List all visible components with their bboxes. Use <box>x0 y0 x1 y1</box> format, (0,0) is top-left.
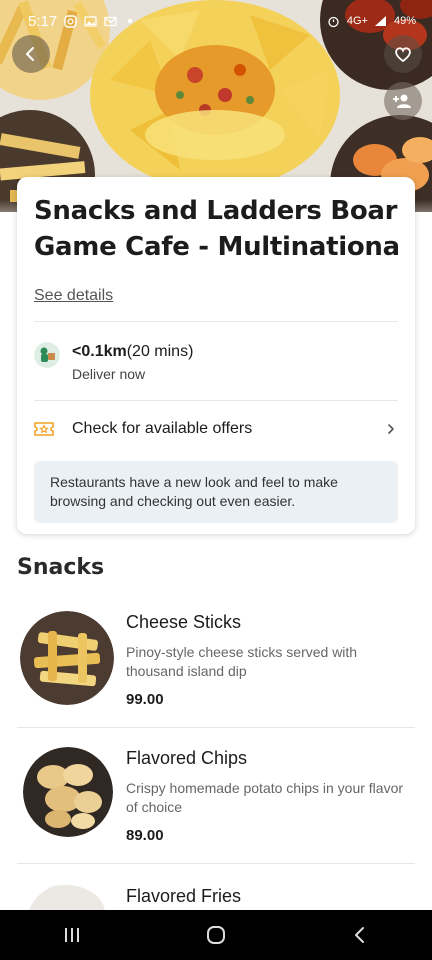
status-bar: 5:17 4G+ 49% <box>0 0 432 42</box>
alarm-icon <box>327 14 341 28</box>
menu-item-text: Flavored Chips Crispy homemade potato ch… <box>126 747 416 844</box>
heart-icon <box>395 47 411 62</box>
store-name: Snacks and Ladders Board Game Cafe - Mul… <box>34 193 398 265</box>
recent-apps-button[interactable] <box>42 915 102 955</box>
item-price: 99.00 <box>126 691 164 708</box>
item-description: Pinoy-style cheese sticks served with th… <box>126 644 358 679</box>
instagram-icon <box>63 14 77 28</box>
signal-icon <box>374 14 388 28</box>
status-left: 5:17 <box>28 13 137 30</box>
system-back-button[interactable] <box>330 915 390 955</box>
status-time: 5:17 <box>28 12 58 30</box>
system-back-icon <box>355 927 364 943</box>
notification-dot-icon <box>123 14 137 28</box>
chevron-right-icon <box>388 424 394 434</box>
menu-item-flavored-fries[interactable]: Flavored Fries <box>17 883 415 910</box>
menu-item-thumbnail <box>25 883 115 910</box>
back-button[interactable] <box>12 35 50 73</box>
menu-item-thumbnail <box>23 747 113 837</box>
home-button[interactable] <box>186 915 246 955</box>
distance-eta: <0.1km(20 mins) <box>72 342 193 362</box>
delivery-rider-icon <box>34 342 60 368</box>
check-offers-row[interactable]: Check for available offers <box>34 401 398 457</box>
recent-apps-icon <box>65 928 79 942</box>
store-info-card: Snacks and Ladders Board Game Cafe - Mul… <box>17 177 415 534</box>
flavored-chips-image <box>23 747 113 837</box>
delivery-info-row: <0.1km(20 mins) Deliver now <box>34 322 398 400</box>
section-title-snacks: Snacks <box>17 555 105 580</box>
ticket-icon <box>34 422 54 436</box>
item-name: Cheese Sticks <box>126 612 242 632</box>
back-arrow-icon <box>26 47 34 61</box>
gallery-icon <box>83 14 97 28</box>
item-name: Flavored Chips <box>126 748 248 768</box>
delivery-text: <0.1km(20 mins) Deliver now <box>72 342 193 382</box>
menu-item-thumbnail <box>20 611 114 705</box>
eta-value: (20 mins) <box>126 343 194 360</box>
favorite-button[interactable] <box>384 35 422 73</box>
status-right: 4G+ 49% <box>327 14 416 28</box>
item-name: Flavored Fries <box>126 886 242 906</box>
info-notice: Restaurants have a new look and feel to … <box>34 461 398 523</box>
item-description: Crispy homemade potato chips in your fla… <box>126 780 404 815</box>
item-divider <box>17 727 415 728</box>
distance-value: <0.1km <box>72 343 127 360</box>
home-icon <box>207 926 225 944</box>
item-divider <box>17 863 415 864</box>
add-group-icon <box>393 94 411 108</box>
gmail-icon <box>103 14 117 28</box>
flavored-fries-image <box>25 885 105 910</box>
battery-label: 49% <box>393 15 416 27</box>
store-name-line1: Snacks and Ladders Board <box>34 196 398 226</box>
menu-item-cheese-sticks[interactable]: Cheese Sticks Pinoy-style cheese sticks … <box>17 611 415 711</box>
see-details-link[interactable]: See details <box>34 287 113 305</box>
system-nav-bar <box>0 910 432 960</box>
item-price: 89.00 <box>126 827 164 844</box>
group-order-button[interactable] <box>384 82 422 120</box>
deliver-status: Deliver now <box>72 366 146 382</box>
offers-label: Check for available offers <box>72 420 253 437</box>
menu-item-text: Cheese Sticks Pinoy-style cheese sticks … <box>126 611 416 708</box>
cheese-sticks-image <box>20 611 114 705</box>
menu-item-flavored-chips[interactable]: Flavored Chips Crispy homemade potato ch… <box>17 747 415 847</box>
network-label: 4G+ <box>346 15 368 27</box>
menu-item-text: Flavored Fries <box>126 885 415 907</box>
store-name-line2: Game Cafe - Multinational ... <box>34 232 398 262</box>
